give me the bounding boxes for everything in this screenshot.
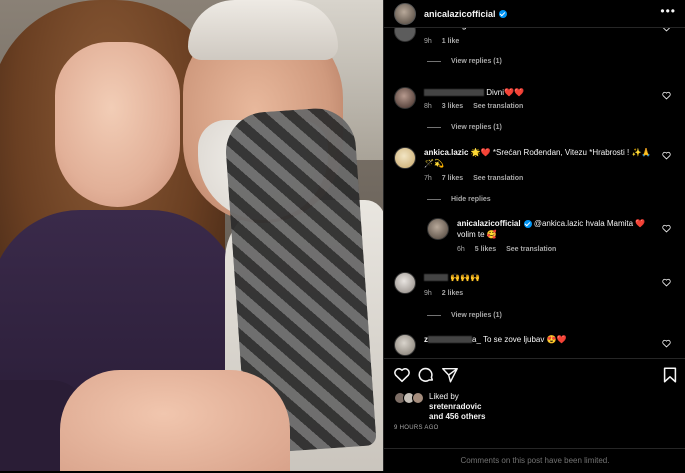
like-heart-icon[interactable] (662, 339, 671, 348)
photo-woman-face (55, 42, 180, 207)
commenter-username[interactable]: ankica.lazic (424, 148, 468, 157)
share-paper-plane-icon[interactable] (441, 366, 459, 384)
comment-likes[interactable]: 2 likes (442, 290, 463, 297)
comment-time: 8h (424, 103, 432, 110)
comment-text: Divni❤️❤️ (424, 87, 659, 98)
likes-count[interactable]: and 456 others (429, 412, 485, 421)
post-timestamp[interactable]: 9 HOURS AGO (394, 425, 439, 431)
comment-text: z a_ To se zove ljubav 😍❤️ (424, 334, 659, 345)
commenter-avatar[interactable] (394, 334, 416, 356)
author-avatar[interactable] (394, 2, 416, 25)
commenter-username-blurred[interactable] (424, 89, 484, 97)
liked-by-user[interactable]: sretenradovic (429, 402, 481, 411)
reply-item: anicalazicofficial @ankica.lazic hvala M… (427, 218, 679, 263)
comment-text: anicalazicofficial @ankica.lazic hvala M… (457, 218, 652, 240)
post-photo[interactable] (0, 0, 383, 471)
verified-badge-icon (498, 10, 507, 19)
view-replies-link[interactable]: View replies (1) (427, 312, 502, 319)
photo-man-hair (188, 0, 338, 60)
commenter-username[interactable]: anicalazicofficial (457, 219, 521, 228)
comment-item: 🙌🙌🙌 9h 2 likes View replies (1) (394, 272, 679, 322)
comment-meta: 6h 5 likes See translation (457, 246, 564, 253)
commenter-avatar[interactable] (394, 28, 416, 42)
commenter-username-blurred (428, 336, 472, 344)
comment-meta: 8h 3 likes See translation (424, 103, 531, 110)
see-translation-link[interactable]: See translation (473, 103, 523, 110)
comments-list[interactable]: tamaramagnsrovic 9h 1 like View replies … (384, 28, 685, 358)
author-username[interactable]: anicalazicofficial (424, 9, 507, 19)
like-heart-icon[interactable] (662, 278, 671, 287)
comment-item: tamaramagnsrovic 9h 1 like View replies … (394, 28, 679, 70)
see-translation-link[interactable]: See translation (473, 175, 523, 182)
comment-meta: 9h 1 like (424, 38, 467, 45)
post-side-panel: anicalazicofficial ••• tamaramagnsrovic … (383, 0, 685, 471)
see-translation-link[interactable]: See translation (506, 246, 556, 253)
comment-body: Divni❤️❤️ (486, 88, 524, 97)
view-replies-link[interactable]: View replies (1) (427, 58, 502, 65)
comments-limited-notice: Comments on this post have been limited. (384, 448, 685, 473)
comment-body: a_ To se zove ljubav 😍❤️ (472, 335, 567, 344)
like-heart-icon[interactable] (662, 28, 671, 32)
commenter-avatar[interactable] (427, 218, 449, 240)
liker-avatar (412, 392, 424, 404)
commenter-avatar[interactable] (394, 87, 416, 109)
comment-likes[interactable]: 3 likes (442, 103, 463, 110)
comment-text: ankica.lazic 🌟❤️ *Srećan Rođendan, Vitez… (424, 147, 659, 169)
commenter-username-blurred[interactable] (424, 274, 448, 282)
liked-by-label: Liked by (429, 392, 459, 401)
instagram-post-view: anicalazicofficial ••• tamaramagnsrovic … (0, 0, 685, 471)
comment-time: 7h (424, 175, 432, 182)
liked-by-text: Liked by sretenradovic and 456 others (429, 392, 485, 422)
like-heart-icon[interactable] (662, 224, 671, 233)
like-heart-icon[interactable] (662, 151, 671, 160)
comment-likes[interactable]: 5 likes (475, 246, 496, 253)
comment-bubble-icon[interactable] (417, 366, 435, 384)
comment-likes[interactable]: 1 like (442, 38, 460, 45)
hide-replies-link[interactable]: Hide replies (427, 196, 491, 203)
commenter-avatar[interactable] (394, 147, 416, 169)
comment-time: 9h (424, 290, 432, 297)
view-replies-link[interactable]: View replies (1) (427, 124, 502, 131)
comment-item: ankica.lazic 🌟❤️ *Srećan Rođendan, Vitez… (394, 147, 679, 207)
comment-time: 9h (424, 38, 432, 45)
commenter-username[interactable]: tamaramagnsrovic (424, 28, 495, 30)
photo-hands (60, 370, 290, 471)
like-heart-icon[interactable] (662, 91, 671, 100)
comment-item: z a_ To se zove ljubav 😍❤️ (394, 334, 679, 358)
comment-meta: 9h 2 likes (424, 290, 471, 297)
like-heart-icon[interactable] (393, 366, 411, 384)
comment-likes[interactable]: 7 likes (442, 175, 463, 182)
comment-text: 🙌🙌🙌 (424, 272, 659, 283)
comment-body: 🙌🙌🙌 (450, 273, 481, 282)
verified-badge-icon (523, 219, 532, 228)
post-actions: Liked by sretenradovic and 456 others 9 … (384, 358, 685, 472)
post-header: anicalazicofficial ••• (384, 0, 685, 28)
more-options-icon[interactable]: ••• (660, 5, 676, 17)
commenter-avatar[interactable] (394, 272, 416, 294)
save-bookmark-icon[interactable] (661, 366, 679, 384)
comment-item: Divni❤️❤️ 8h 3 likes See translation Vie… (394, 87, 679, 137)
comment-text: tamaramagnsrovic (424, 28, 659, 31)
comment-time: 6h (457, 246, 465, 253)
liked-by-avatars (394, 392, 424, 404)
comment-meta: 7h 7 likes See translation (424, 175, 531, 182)
